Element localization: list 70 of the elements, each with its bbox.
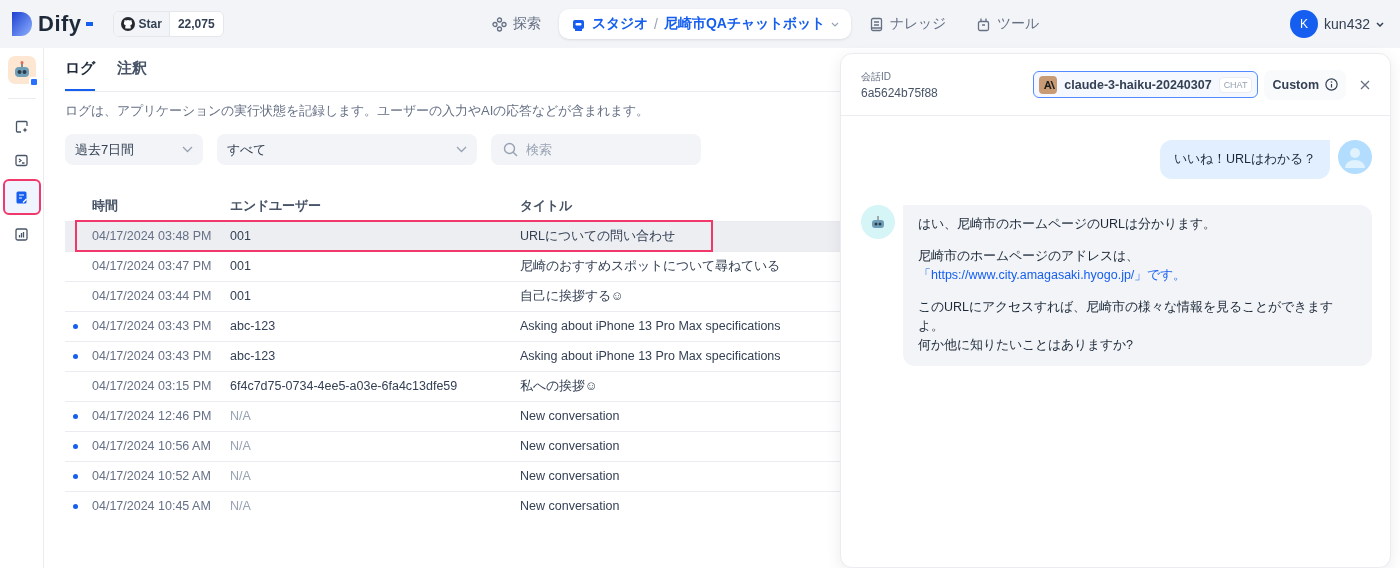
logo-text: Dify xyxy=(38,11,82,37)
column-header: エンドユーザー xyxy=(229,196,322,215)
period-select[interactable]: 過去7日間 xyxy=(65,134,203,165)
id-label: 会話ID xyxy=(861,69,892,84)
table-cell: 04/17/2024 03:43 PM xyxy=(91,311,229,341)
bot-avatar-icon xyxy=(861,205,895,240)
model-icon xyxy=(1039,75,1058,94)
table-cell: 04/17/2024 03:15 PM xyxy=(91,371,229,401)
table-cell: 04/17/2024 10:56 AM xyxy=(91,431,229,461)
github-star-badge[interactable]: Star 22,075 xyxy=(112,11,224,37)
bar-chart-icon xyxy=(14,226,29,242)
star-button[interactable]: Star xyxy=(113,12,170,36)
explore-icon xyxy=(492,16,507,32)
sidebar-item[interactable] xyxy=(2,179,41,215)
table-cell: 04/17/2024 03:48 PM xyxy=(91,221,229,251)
document-icon xyxy=(14,189,29,205)
description-text: ログは、アプリケーションの実行状態を記録します。ユーザーの入力やAIの応答などが含まれます。 xyxy=(65,102,651,120)
message-text: いいね！URLはわかる？ xyxy=(1174,151,1316,168)
toolbox-icon xyxy=(975,16,991,32)
model-selector[interactable]: claude-3-haiku-20240307 CHAT xyxy=(1033,71,1259,98)
message-link[interactable]: 「https://www.city.amagasaki.hyogo.jp/」です。 xyxy=(918,268,1187,283)
tab[interactable]: ログ xyxy=(65,58,95,91)
mode-tag: CHAT xyxy=(1218,76,1253,93)
close-button[interactable] xyxy=(1360,79,1370,90)
table-cell: 001 xyxy=(229,251,519,281)
user-avatar[interactable]: K xyxy=(1290,10,1319,38)
cursor-mark xyxy=(85,22,93,26)
table-cell: abc-123 xyxy=(229,311,519,341)
app-icon[interactable] xyxy=(7,56,36,84)
chevron-down-icon xyxy=(456,146,467,153)
table-cell: 6f4c7d75-0734-4ee5-a03e-6fa4c13dfe59 xyxy=(229,371,519,401)
sparkle-page-icon xyxy=(14,118,29,134)
search-icon xyxy=(503,142,518,157)
terminal-icon xyxy=(14,152,29,168)
table-cell: abc-123 xyxy=(229,341,519,371)
table-cell: N/A xyxy=(229,431,519,461)
nav-tab[interactable]: 探索 xyxy=(480,9,553,39)
table-cell: 04/17/2024 03:43 PM xyxy=(91,341,229,371)
table-cell: 04/17/2024 03:47 PM xyxy=(91,251,229,281)
custom-button[interactable]: Custom xyxy=(1264,69,1346,100)
nav-tab[interactable]: ナレッジ xyxy=(856,9,958,39)
tab[interactable]: 注釈 xyxy=(117,58,147,91)
book-icon xyxy=(868,16,884,32)
chevron-down-icon xyxy=(830,21,839,27)
user-avatar-icon xyxy=(1338,140,1372,174)
info-icon xyxy=(1325,78,1338,91)
table-cell: 001 xyxy=(229,281,519,311)
table-cell: 04/17/2024 12:46 PM xyxy=(91,401,229,431)
chevron-down-icon xyxy=(1376,21,1384,27)
table-cell: 04/17/2024 10:52 AM xyxy=(91,461,229,491)
table-cell: N/A xyxy=(229,401,519,431)
github-icon xyxy=(120,17,135,31)
table-cell: N/A xyxy=(229,491,519,521)
close-icon xyxy=(1360,79,1370,90)
logo-icon xyxy=(12,12,34,36)
star-count: 22,075 xyxy=(176,16,216,33)
column-header: 時間 xyxy=(91,196,119,215)
status-select[interactable]: すべて xyxy=(217,134,477,165)
user-name[interactable]: kun432 xyxy=(1324,16,1370,32)
table-cell: N/A xyxy=(229,461,519,491)
conversation-id: 6a5624b75f88 xyxy=(861,85,938,100)
table-cell: 001 xyxy=(229,221,519,251)
nav-tab[interactable]: ツール xyxy=(963,9,1051,39)
chevron-down-icon xyxy=(182,146,193,153)
table-cell: 04/17/2024 03:44 PM xyxy=(91,281,229,311)
breadcrumb-separator: / xyxy=(654,16,658,32)
nav-tab[interactable]: スタジオ / 尼崎市QAチャットボット xyxy=(559,9,851,39)
search-field[interactable]: 検索 xyxy=(491,134,701,165)
app-name[interactable]: 尼崎市QAチャットボット xyxy=(663,15,825,33)
table-cell: 04/17/2024 10:45 AM xyxy=(91,491,229,521)
